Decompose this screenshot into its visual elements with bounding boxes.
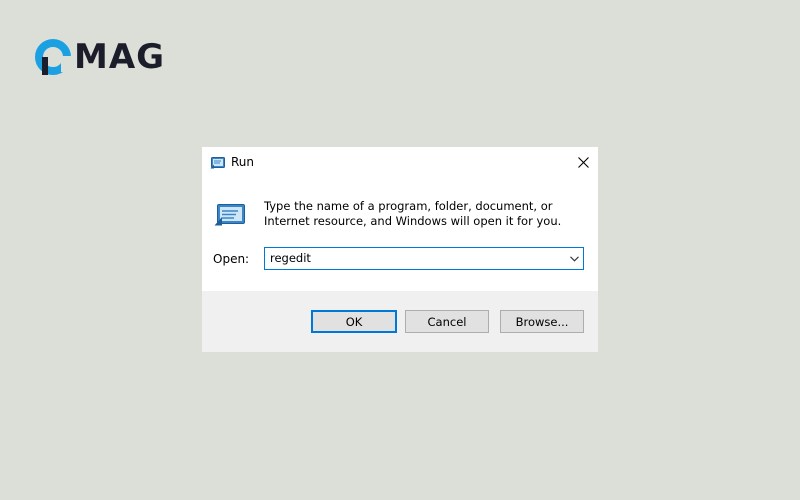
browse-button[interactable]: Browse... xyxy=(500,310,584,333)
cancel-button[interactable]: Cancel xyxy=(405,310,489,333)
dialog-content: Type the name of a program, folder, docu… xyxy=(202,177,598,291)
logo-text: MAG xyxy=(74,37,166,77)
dialog-title: Run xyxy=(231,155,255,169)
chevron-down-icon xyxy=(569,255,579,262)
close-button[interactable] xyxy=(568,147,598,177)
run-dialog: Run Type the name of a program, folder, … xyxy=(202,147,598,352)
dialog-description: Type the name of a program, folder, docu… xyxy=(264,199,562,228)
open-input[interactable]: regedit xyxy=(270,251,311,266)
open-label: Open: xyxy=(213,252,250,266)
run-icon xyxy=(214,203,246,231)
dropdown-button[interactable] xyxy=(565,248,583,269)
pcmag-logo: MAG xyxy=(34,37,165,77)
dialog-footer: OK Cancel Browse... xyxy=(202,291,598,352)
title-bar[interactable]: Run xyxy=(202,147,598,177)
open-combobox[interactable]: regedit xyxy=(264,247,584,270)
pcmag-logo-mark-icon xyxy=(35,39,72,75)
ok-button[interactable]: OK xyxy=(311,310,397,333)
run-icon xyxy=(210,155,225,174)
close-icon xyxy=(577,156,589,168)
